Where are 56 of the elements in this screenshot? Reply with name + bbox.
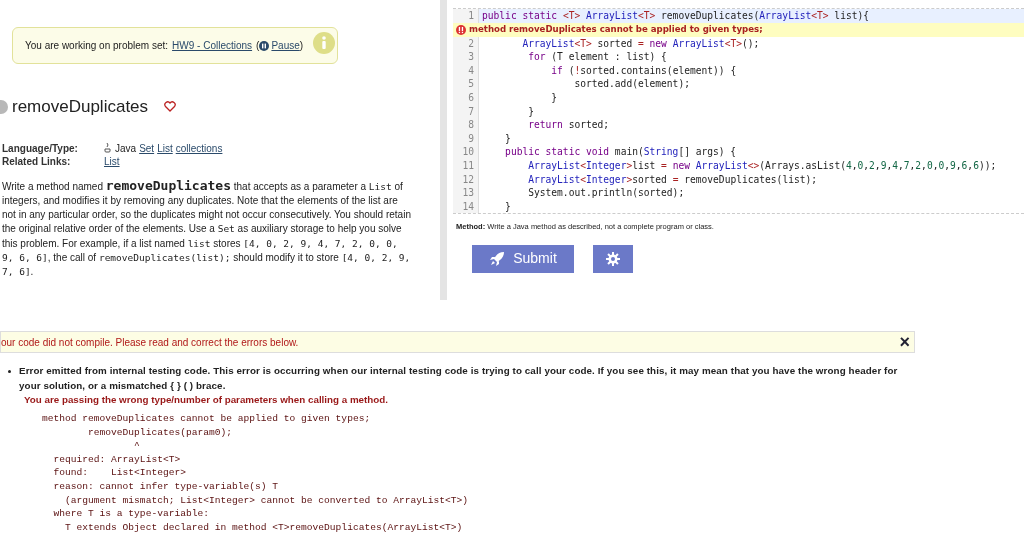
error-detail-line: found: List<Integer> [52,466,187,480]
line-number: 10 [453,145,479,159]
problem-title: removeDuplicates [12,96,149,118]
error-detail-line: where T is a type-variable: [52,507,210,521]
line-number: 13 [453,186,479,200]
code-line[interactable]: } [479,131,511,146]
code-line[interactable]: ArrayList<Integer>list = new ArrayList<>(Arrays.asList(4,0,2,9,4,7,2,0,0,9,6,6)); [479,158,997,173]
tag-link[interactable]: List [157,141,173,155]
code-line[interactable]: } [479,104,534,119]
paren-text: ) [299,39,304,53]
code-line[interactable]: for (T element : list) { [479,50,667,64]
code-line[interactable]: public static void main(String[] args) { [479,145,737,159]
submit-button[interactable]: Submit [472,244,574,273]
code-line[interactable]: ArrayList<T> sorted = new ArrayList<T>(); [479,36,760,51]
rocket-icon [489,250,506,267]
problem-description: Write a method named removeDuplicates that accepts as a parameter a List of integers, and modifies it by removing any duplicates. Note that the elements of the list are not in any particular order, so the duplicates might not occur consecutively. You should retain the original relative order of the elements. Use a Set as auxiliary storage to help you solve this problem. For example, if a list named list stores [4, 0, 2, 9, 4, 7, 2, 0, 0, 9, 6, 6], the call of removeDuplicates(list); should modify it to store [4, 0, 2, 9, 7, 6]. [2,178,412,280]
error-detail-line: (argument mismatch; List<Integer> cannot be converted to ArrayList<T>) [64,493,470,508]
heart-icon[interactable] [164,101,177,113]
code-line[interactable]: System.out.println(sorted); [479,186,685,200]
error-banner-text: our code did not compile. Please read and correct the errors below. [1,335,299,350]
paren-text: ( [256,39,260,53]
line-number: 8 [453,118,479,132]
pause-icon [259,40,270,51]
error-description: Error emitted from internal testing code. This error is occurring when our internal testing code is trying to call your code. If you see this, it may mean that you have the wrong header for your solution, or a mismatched { } ( ) brace. [19,364,899,393]
line-number: 1 [453,9,479,23]
error-detail-line: ^ [133,439,141,453]
code-line[interactable]: if (!sorted.contains(element)) { [479,63,737,78]
tag-link[interactable]: Set [139,141,155,155]
tag-link[interactable]: collections [175,141,223,155]
error-detail-line: method removeDuplicates cannot be applied to given types; [42,412,372,426]
meta-label: Related Links: [2,154,72,168]
code-line[interactable]: public static <T> ArrayList<T> removeDuplicates(ArrayList<T> list){ [479,9,869,23]
close-button[interactable]: × [899,333,910,351]
code-line[interactable]: } [479,90,558,105]
tag-link[interactable]: List [104,154,120,168]
problem-set-link[interactable]: HW9 - Collections [172,38,253,53]
error-detail-line: T extends Object declared in method <T>removeDuplicates(ArrayList<T>) [64,520,464,535]
error-detail-line: required: ArrayList<T> [52,452,182,467]
pause-link[interactable]: Pause [259,38,300,53]
inline-error-message: method removeDuplicates cannot be applied to given types; [469,22,763,36]
line-number: 5 [453,77,479,91]
error-hint: You are passing the wrong type/number of parameters when calling a method. [24,393,389,407]
settings-button[interactable] [593,244,633,273]
error-detail-line: removeDuplicates(param0); [87,425,233,440]
code-line[interactable]: sorted.add(element); [479,77,690,91]
notice-text: You are working on problem set: [25,39,169,53]
code-line[interactable]: ArrayList<Integer>sorted = removeDuplicates(list); [479,172,818,187]
line-number: 3 [453,50,479,64]
settings-icon [606,251,620,266]
language-text: Java [115,141,137,155]
code-line[interactable]: } [479,199,511,214]
coffee-cup-icon [104,143,112,153]
error-detail-line: reason: cannot infer type-variable(s) T [52,479,280,494]
meta-label: Language/Type: [2,141,79,155]
error-icon [456,24,466,35]
code-line[interactable]: return sorted; [479,118,610,132]
